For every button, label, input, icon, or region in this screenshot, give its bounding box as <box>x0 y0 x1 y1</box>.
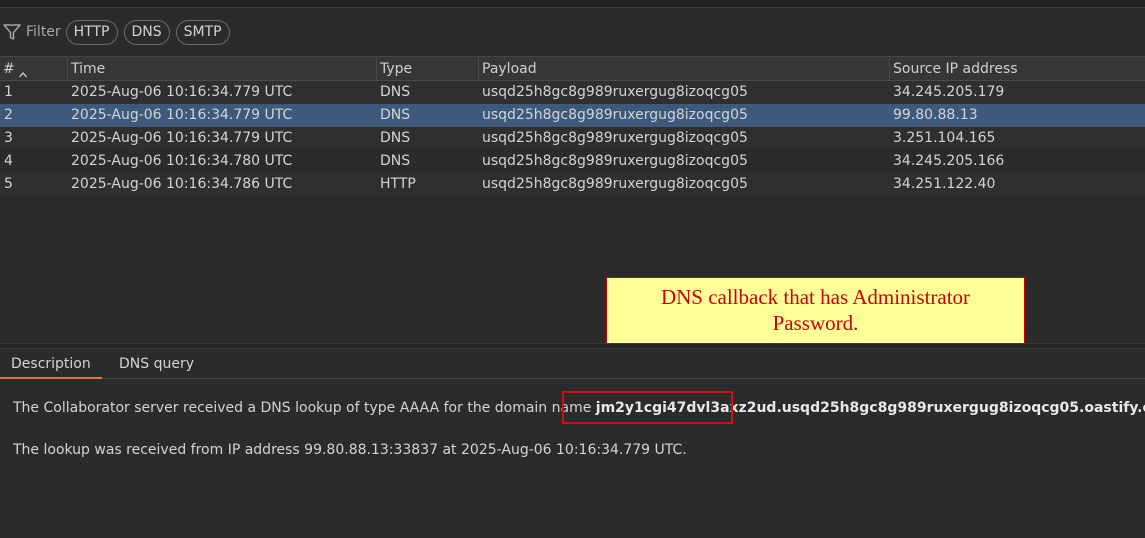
table-row[interactable]: 5 2025-Aug-06 10:16:34.786 UTC HTTP usqd… <box>0 173 1145 196</box>
cell-time: 2025-Aug-06 10:16:34.779 UTC <box>71 84 293 100</box>
cell-source-ip: 3.251.104.165 <box>893 130 996 146</box>
filter-bar: Filter HTTP DNS SMTP <box>0 17 236 47</box>
cell-type: DNS <box>380 84 411 100</box>
cell-payload: usqd25h8gc8g989ruxergug8izoqcg05 <box>482 130 748 146</box>
filter-label: Filter <box>26 24 61 40</box>
cell-source-ip: 34.251.122.40 <box>893 176 996 192</box>
filter-icon[interactable] <box>2 22 22 42</box>
annotation-callout: DNS callback that has Administrator Pass… <box>606 277 1025 344</box>
description-panel: The Collaborator server received a DNS l… <box>0 380 1145 538</box>
table-row[interactable]: 4 2025-Aug-06 10:16:34.780 UTC DNS usqd2… <box>0 150 1145 173</box>
cell-number: 2 <box>4 107 13 123</box>
cell-number: 4 <box>4 153 13 169</box>
cell-payload: usqd25h8gc8g989ruxergug8izoqcg05 <box>482 153 748 169</box>
collaborator-window: Filter HTTP DNS SMTP # Time Type Payload… <box>0 0 1145 538</box>
cell-time: 2025-Aug-06 10:16:34.779 UTC <box>71 107 293 123</box>
column-header-number[interactable]: # <box>0 57 67 81</box>
table-row[interactable]: 3 2025-Aug-06 10:16:34.779 UTC DNS usqd2… <box>0 127 1145 150</box>
cell-time: 2025-Aug-06 10:16:34.779 UTC <box>71 130 293 146</box>
cell-type: DNS <box>380 107 411 123</box>
cell-number: 1 <box>4 84 13 100</box>
column-header-time[interactable]: Time <box>67 57 376 81</box>
cell-payload: usqd25h8gc8g989ruxergug8izoqcg05 <box>482 107 748 123</box>
column-header-source-ip[interactable]: Source IP address <box>889 57 1145 81</box>
detail-tabs: Description DNS query <box>0 350 1145 379</box>
cell-payload: usqd25h8gc8g989ruxergug8izoqcg05 <box>482 84 748 100</box>
cell-type: DNS <box>380 130 411 146</box>
filter-chip-smtp[interactable]: SMTP <box>175 19 230 45</box>
cell-payload: usqd25h8gc8g989ruxergug8izoqcg05 <box>482 176 748 192</box>
description-line-2: The lookup was received from IP address … <box>13 442 687 458</box>
pane-splitter[interactable] <box>0 343 1145 349</box>
payload-domain: .usqd25h8gc8g989ruxergug8izoqcg05.oastif… <box>776 400 1145 416</box>
annotation-line-1: DNS callback that has Administrator <box>660 285 971 309</box>
table-row-selected[interactable]: 2 2025-Aug-06 10:16:34.779 UTC DNS usqd2… <box>0 104 1145 127</box>
description-prefix: The Collaborator server received a DNS l… <box>13 400 596 416</box>
table-row[interactable]: 1 2025-Aug-06 10:16:34.779 UTC DNS usqd2… <box>0 81 1145 104</box>
cell-type: DNS <box>380 153 411 169</box>
cell-source-ip: 34.245.205.166 <box>893 153 1005 169</box>
cell-source-ip: 34.245.205.179 <box>893 84 1005 100</box>
column-header-payload[interactable]: Payload <box>478 57 889 81</box>
filter-chip-http[interactable]: HTTP <box>65 19 118 45</box>
filter-chip-dns[interactable]: DNS <box>123 19 170 45</box>
tab-dns-query[interactable]: DNS query <box>108 350 205 379</box>
column-header-type[interactable]: Type <box>376 57 478 81</box>
sort-ascending-icon <box>18 64 28 78</box>
annotation-line-2: Password. <box>772 311 859 335</box>
cell-number: 3 <box>4 130 13 146</box>
cell-time: 2025-Aug-06 10:16:34.786 UTC <box>71 176 293 192</box>
cell-source-ip: 99.80.88.13 <box>893 107 978 123</box>
table-header: # Time Type Payload Source IP address <box>0 57 1145 81</box>
cell-time: 2025-Aug-06 10:16:34.780 UTC <box>71 153 293 169</box>
cell-number: 5 <box>4 176 13 192</box>
tab-description[interactable]: Description <box>0 350 102 379</box>
cell-type: HTTP <box>380 176 416 192</box>
highlight-box <box>562 391 733 424</box>
top-strip <box>0 0 1145 8</box>
